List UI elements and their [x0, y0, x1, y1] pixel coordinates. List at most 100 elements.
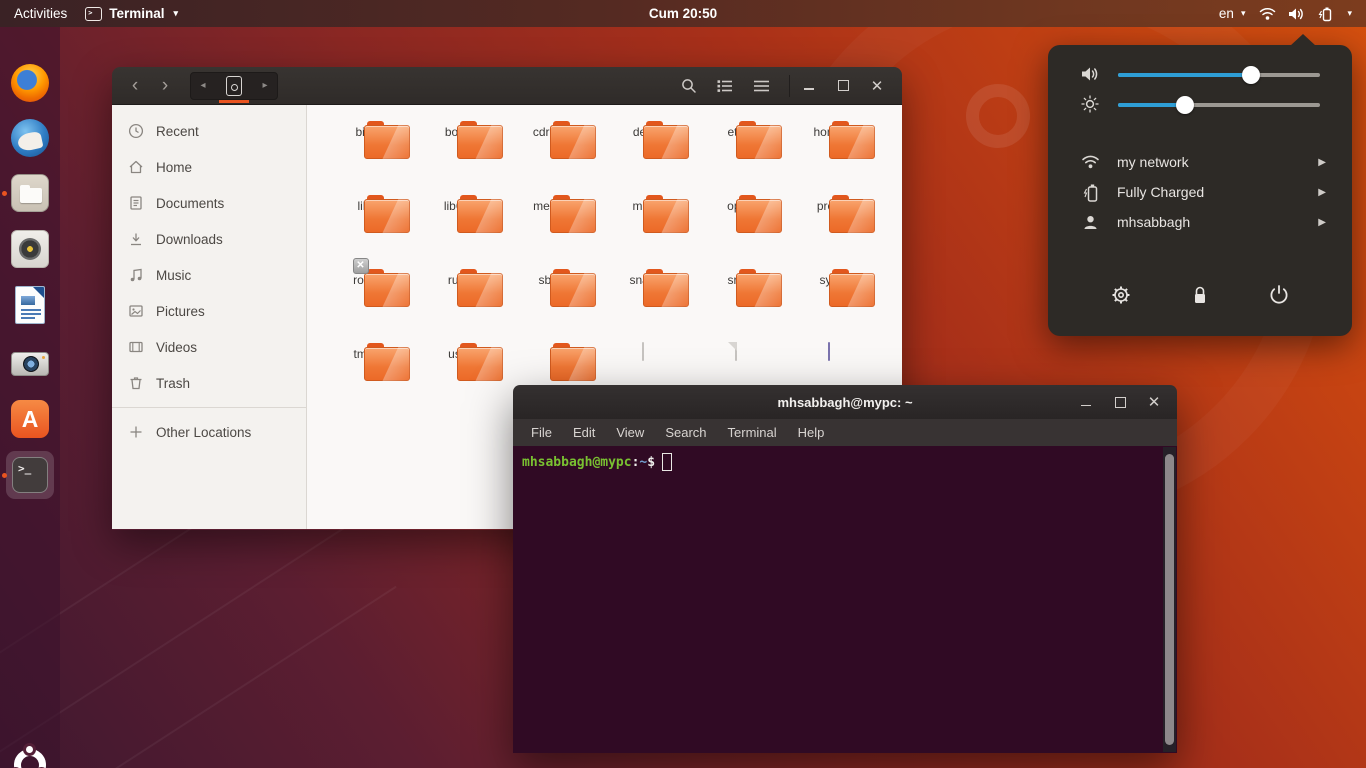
grid-item-etc[interactable]: etc	[689, 121, 782, 195]
grid-item-bin[interactable]: bin	[317, 121, 410, 195]
path-scroll-left-icon[interactable]: ◂	[195, 80, 211, 91]
menu-search[interactable]: Search	[665, 425, 706, 440]
grid-item-root[interactable]: ✕root	[317, 269, 410, 343]
dock-item-thunderbird[interactable]	[8, 116, 52, 160]
menu-view[interactable]: View	[616, 425, 644, 440]
grid-item-home[interactable]: home	[782, 121, 875, 195]
settings-button[interactable]	[1104, 278, 1138, 312]
list-view-icon	[717, 79, 733, 93]
view-toggle-button[interactable]	[711, 73, 739, 99]
volume-slider[interactable]	[1118, 65, 1320, 83]
scrollbar-thumb[interactable]	[1165, 454, 1174, 745]
path-scroll-right-icon[interactable]: ▸	[257, 80, 273, 91]
prompt-user-host: mhsabbagh@mypc	[522, 455, 632, 470]
music-note-icon	[128, 267, 144, 283]
chevron-down-icon: ▾	[174, 8, 179, 19]
sidebar-item-label: Pictures	[156, 304, 205, 319]
grid-item-usr[interactable]: usr	[410, 343, 503, 417]
dock-item-terminal[interactable]: >_	[8, 453, 52, 497]
grid-item-srv[interactable]: srv	[689, 269, 782, 343]
app-menu-button[interactable]: > Terminal ▾	[85, 6, 178, 21]
menu-item-user[interactable]: mhsabbagh ▶	[1048, 207, 1352, 237]
menu-item-battery[interactable]: Fully Charged ▶	[1048, 177, 1352, 207]
path-bar: ◂ ▸	[190, 72, 278, 100]
menu-edit[interactable]: Edit	[573, 425, 595, 440]
sidebar-item-label: Music	[156, 268, 191, 283]
path-root-disk-button[interactable]	[217, 72, 251, 100]
sidebar-item-recent[interactable]: Recent	[112, 113, 306, 149]
menu-file[interactable]: File	[531, 425, 552, 440]
header-separator	[789, 75, 790, 97]
files-sidebar: Recent Home Documents Downloads Music	[112, 105, 307, 529]
clock-button[interactable]: Cum 20:50	[0, 6, 1366, 21]
document-file-icon	[735, 342, 737, 361]
maximize-button[interactable]	[1107, 390, 1133, 414]
sidebar-item-documents[interactable]: Documents	[112, 185, 306, 221]
keyboard-layout-button[interactable]: en ▾	[1219, 6, 1246, 21]
grid-item-snap[interactable]: snap	[596, 269, 689, 343]
system-menu-popover: my network ▶ Fully Charged ▶ mhsabbagh ▶	[1048, 45, 1352, 336]
slider-handle[interactable]	[1176, 96, 1194, 114]
maximize-button[interactable]	[830, 74, 856, 98]
dock-item-files[interactable]	[8, 171, 52, 215]
submenu-arrow-icon: ▶	[1318, 157, 1326, 168]
grid-item-lib64[interactable]: lib64	[410, 195, 503, 269]
slider-handle[interactable]	[1242, 66, 1260, 84]
dock-item-ubuntu-software[interactable]: A	[8, 397, 52, 441]
terminal-app-icon: >	[85, 7, 102, 21]
grid-item-mnt[interactable]: mnt	[596, 195, 689, 269]
power-button[interactable]	[1262, 278, 1296, 312]
grid-item-boot[interactable]: boot	[410, 121, 503, 195]
menu-terminal[interactable]: Terminal	[728, 425, 777, 440]
scrollbar-track[interactable]	[1163, 447, 1176, 752]
terminal-title-bar[interactable]: mhsabbagh@mypc: ~ ✕	[513, 385, 1177, 419]
back-button[interactable]: ‹	[124, 75, 146, 97]
sidebar-item-label: Home	[156, 160, 192, 175]
close-button[interactable]: ✕	[864, 74, 890, 98]
battery-icon	[1082, 183, 1098, 202]
firefox-icon	[11, 64, 49, 102]
sidebar-item-videos[interactable]: Videos	[112, 329, 306, 365]
dock-item-show-applications[interactable]	[8, 743, 52, 768]
ubuntu-logo-icon	[14, 749, 46, 768]
sidebar-item-home[interactable]: Home	[112, 149, 306, 185]
sidebar-item-downloads[interactable]: Downloads	[112, 221, 306, 257]
menu-button[interactable]	[747, 73, 775, 99]
dock-item-rhythmbox[interactable]	[8, 227, 52, 271]
submenu-arrow-icon: ▶	[1318, 217, 1326, 228]
sidebar-item-music[interactable]: Music	[112, 257, 306, 293]
grid-item-dev[interactable]: dev	[596, 121, 689, 195]
rhythmbox-icon	[11, 230, 49, 268]
grid-item-sbin[interactable]: sbin	[503, 269, 596, 343]
dock-item-firefox[interactable]	[8, 61, 52, 105]
grid-item-media[interactable]: media	[503, 195, 596, 269]
dock-item-shotwell[interactable]	[8, 342, 52, 386]
sidebar-item-label: Other Locations	[156, 425, 251, 440]
top-bar: Activities > Terminal ▾ Cum 20:50 en ▾ ▾	[0, 0, 1366, 27]
terminal-menu-bar: File Edit View Search Terminal Help	[513, 419, 1177, 446]
minimize-button[interactable]	[1073, 390, 1099, 414]
minimize-button[interactable]	[796, 74, 822, 98]
sidebar-item-trash[interactable]: Trash	[112, 365, 306, 401]
sidebar-item-other-locations[interactable]: Other Locations	[112, 414, 306, 450]
sidebar-item-pictures[interactable]: Pictures	[112, 293, 306, 329]
search-button[interactable]	[675, 73, 703, 99]
dock-item-libreoffice-writer[interactable]	[8, 283, 52, 327]
menu-item-wifi-network[interactable]: my network ▶	[1048, 147, 1352, 177]
active-location-indicator	[219, 100, 249, 103]
grid-item-opt[interactable]: opt	[689, 195, 782, 269]
close-button[interactable]: ✕	[1141, 390, 1167, 414]
grid-item-proc[interactable]: proc	[782, 195, 875, 269]
grid-item-sys[interactable]: sys	[782, 269, 875, 343]
lock-button[interactable]	[1183, 278, 1217, 312]
grid-item-tmp[interactable]: tmp	[317, 343, 410, 417]
grid-item-cdrom[interactable]: cdrom	[503, 121, 596, 195]
forward-button[interactable]: ›	[154, 75, 176, 97]
grid-item-run[interactable]: run	[410, 269, 503, 343]
activities-button[interactable]: Activities	[14, 6, 67, 21]
menu-help[interactable]: Help	[798, 425, 825, 440]
system-status-area[interactable]: ▾	[1259, 6, 1352, 22]
brightness-slider[interactable]	[1118, 95, 1320, 113]
terminal-output-area[interactable]: mhsabbagh@mypc:~$	[513, 446, 1177, 753]
menu-item-label: my network	[1117, 154, 1189, 170]
